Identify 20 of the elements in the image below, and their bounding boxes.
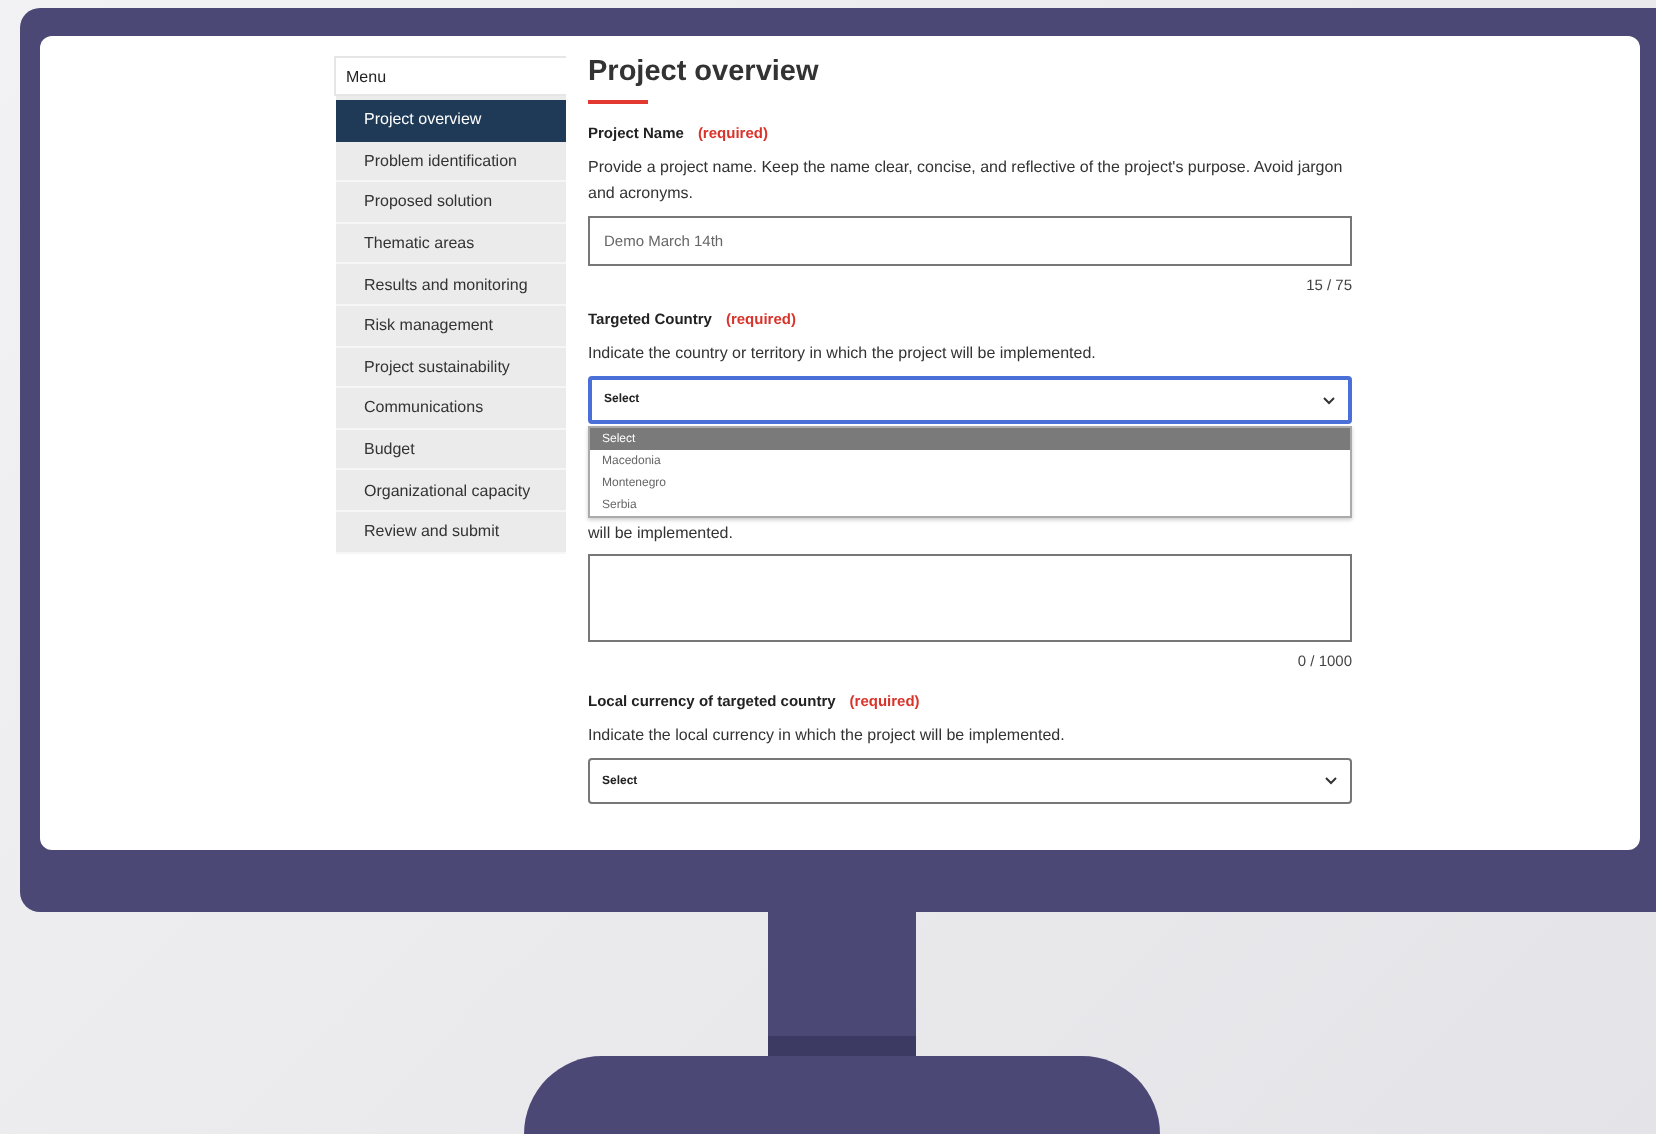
sidebar-item[interactable]: Proposed solution — [336, 182, 566, 224]
sidebar-item[interactable]: Organizational capacity — [336, 470, 566, 512]
sidebar-item[interactable]: Project sustainability — [336, 347, 566, 389]
sidebar-item[interactable]: Project overview — [336, 100, 566, 142]
sidebar-item[interactable]: Results and monitoring — [336, 264, 566, 306]
sidebar-item[interactable]: Review and submit — [336, 511, 566, 554]
sidebar-item[interactable]: Risk management — [336, 305, 566, 348]
text-area[interactable] — [588, 554, 1352, 642]
field-description: Indicate the local currency in which the project will be implemented. — [588, 724, 1067, 748]
page-title: Project overview — [588, 56, 821, 88]
chevron-down-icon — [1322, 395, 1336, 405]
sidebar-item[interactable]: Problem identification — [336, 141, 566, 183]
field-description: Indicate the country or territory in which the project will be implemented. — [588, 342, 1098, 366]
field-description: will be implemented. — [588, 522, 735, 546]
field-description: Provide a project name. Keep the name clear, concise, and reflective of the project's purpose. Avoid jargon and acronyms. — [588, 156, 1345, 206]
menu-header: Menu — [334, 56, 566, 96]
chevron-down-icon — [1324, 776, 1338, 786]
sidebar-item[interactable]: Budget — [336, 429, 566, 471]
sidebar-item[interactable]: Thematic areas — [336, 223, 566, 265]
sidebar-item[interactable]: Communications — [336, 388, 566, 430]
